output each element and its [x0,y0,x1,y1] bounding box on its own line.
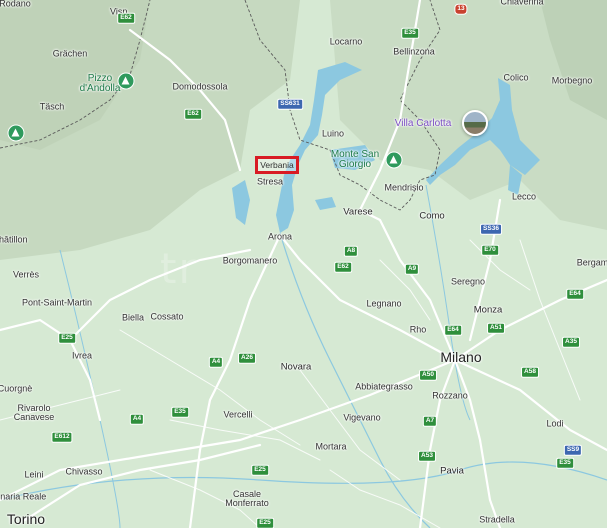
place-label-leini[interactable]: Leini [24,470,43,480]
road-shield-a26: A26 [238,352,256,364]
road-shield-a58: A58 [521,366,539,378]
road-shield-a8: A8 [343,245,359,257]
road-shield-e70: E70 [481,244,499,256]
place-label-morbegno[interactable]: Morbegno [552,76,593,86]
place-label-milano[interactable]: Milano [440,350,481,364]
road-shield-e25: E25 [256,517,274,528]
park-marker-icon[interactable] [7,124,25,142]
place-label-t-sch[interactable]: Täsch [40,102,65,112]
road-shield-e64: E64 [444,324,462,336]
road-shield-e64: E64 [566,288,584,300]
place-label-biella[interactable]: Biella [122,313,144,323]
place-label-legnano[interactable]: Legnano [366,299,401,309]
road-shield-e25: E25 [58,332,76,344]
park-marker-icon[interactable] [385,151,403,169]
place-label-domodossola[interactable]: Domodossola [172,82,227,92]
road-shield-a4: A4 [208,356,224,368]
road-shield-e35: E35 [401,27,419,39]
road-shield-e25: E25 [251,464,269,476]
place-label-pavia[interactable]: Pavia [440,466,464,476]
place-label-rozzano[interactable]: Rozzano [432,391,468,401]
place-label-chivasso[interactable]: Chivasso [65,467,102,477]
place-label-lodi[interactable]: Lodi [546,419,563,429]
road-shield-e35: E35 [171,406,189,418]
place-label-ch-tillon[interactable]: Châtillon [0,235,28,245]
place-label-locarno[interactable]: Locarno [330,37,363,47]
place-label-arona[interactable]: Arona [268,232,292,242]
place-label-cuorgn-[interactable]: Cuorgnè [0,384,32,394]
place-label-ivrea[interactable]: Ivrea [72,351,92,361]
place-label-bellinzona[interactable]: Bellinzona [393,47,435,57]
road-shield-a50: A50 [419,369,437,381]
highlighted-place-label: Verbania [260,160,294,170]
place-label-villa-carlotta[interactable]: Villa Carlotta [395,119,452,129]
place-label-torino[interactable]: Torino [7,512,45,526]
place-label-vercelli[interactable]: Vercelli [223,410,252,420]
road-shield-e612: E612 [51,431,73,443]
road-shield-ss631: SS631 [277,98,303,110]
place-label-bergamo[interactable]: Bergamo [577,258,607,268]
road-shield-ss9: SS9 [563,444,583,456]
watermark: tr [160,244,198,293]
place-label-novara[interactable]: Novara [281,362,312,372]
place-label-stradella[interactable]: Stradella [479,515,515,525]
place-label-abbiategrasso[interactable]: Abbiategrasso [355,382,413,392]
place-label-borgomanero[interactable]: Borgomanero [223,256,278,266]
place-label-chiavenna[interactable]: Chiavenna [500,0,543,7]
road-shield-a51: A51 [487,322,505,334]
place-label-rodano[interactable]: Rodano [0,0,31,9]
road-shield-e62: E62 [334,261,352,273]
place-label-monte-san-giorgio[interactable]: Monte San Giorgio [325,150,385,170]
place-label-mortara[interactable]: Mortara [315,442,346,452]
place-label-rho[interactable]: Rho [410,325,427,335]
road-shield-a7: A7 [422,415,438,427]
place-label-rivarolo-canavese[interactable]: Rivarolo Canavese [9,404,59,422]
place-label-verr-s[interactable]: Verrès [13,270,39,280]
place-label-venaria-reale[interactable]: Venaria Reale [0,492,46,502]
place-label-gr-chen[interactable]: Grächen [53,49,88,59]
place-label-lecco[interactable]: Lecco [512,192,536,202]
road-shield-e62: E62 [184,108,202,120]
road-shield-a35: A35 [562,336,580,348]
place-label-stresa[interactable]: Stresa [257,177,283,187]
road-shield-a9: A9 [404,263,420,275]
place-label-cossato[interactable]: Cossato [150,312,183,322]
villa-carlotta-photo-pin-icon[interactable] [462,110,488,136]
place-label-colico[interactable]: Colico [503,73,528,83]
road-shield-13: 13 [454,3,468,15]
road-shield-a53: A53 [418,450,436,462]
road-shield-a4: A4 [129,413,145,425]
park-marker-icon[interactable] [117,72,135,90]
place-label-pont-saint-martin[interactable]: Pont-Saint-Martin [22,298,92,308]
place-label-como[interactable]: Como [419,211,444,221]
place-label-mendrisio[interactable]: Mendrisio [384,183,423,193]
place-label-seregno[interactable]: Seregno [451,277,485,287]
road-shield-ss36: SS36 [480,223,502,235]
place-label-luino[interactable]: Luino [322,129,344,139]
road-shield-e35: E35 [556,457,574,469]
place-label-vigevano[interactable]: Vigevano [343,413,380,423]
place-label-monza[interactable]: Monza [474,305,503,315]
highlighted-place-verbania[interactable]: Verbania [255,156,299,174]
place-label-varese[interactable]: Varese [343,207,372,217]
place-label-casale-monferrato[interactable]: Casale Monferrato [217,490,277,508]
road-shield-e62: E62 [117,12,135,24]
